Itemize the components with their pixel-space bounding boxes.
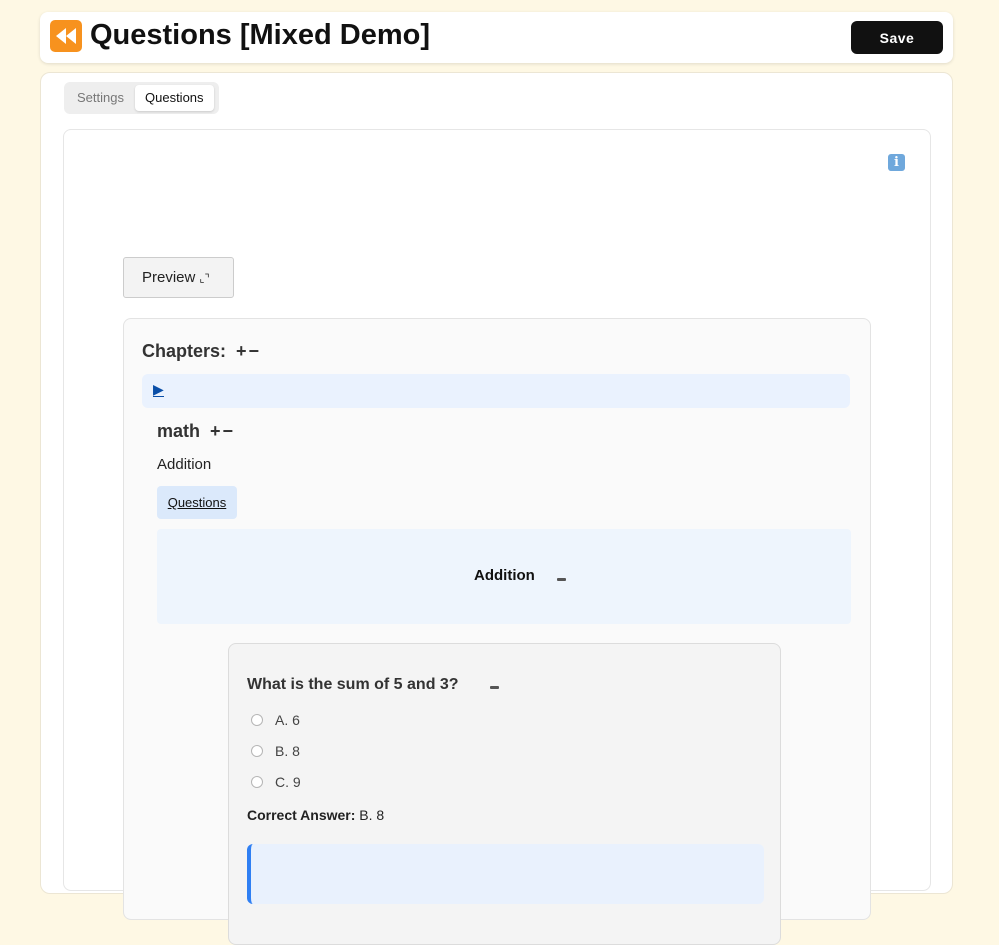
chapter-tree-row[interactable]: ▶: [142, 374, 850, 408]
question-text: What is the sum of 5 and 3?: [247, 676, 459, 693]
section-header: Addition: [157, 529, 851, 624]
option-a[interactable]: A. 6: [251, 712, 300, 728]
question-card: What is the sum of 5 and 3? A. 6 B. 8 C.…: [228, 643, 781, 945]
remove-question-button[interactable]: [490, 686, 499, 689]
preview-label: Preview: [142, 269, 196, 286]
option-label: C. 9: [275, 774, 301, 790]
option-b[interactable]: B. 8: [251, 743, 300, 759]
chapters-add-remove-buttons[interactable]: +−: [236, 341, 261, 362]
expand-triangle-icon[interactable]: ▶: [153, 382, 164, 397]
tab-bar: Settings Questions: [64, 82, 219, 114]
info-icon[interactable]: i: [888, 154, 905, 171]
questions-panel: i Preview ⌞⌝ Chapters: +− ▶ math +− Additio…: [63, 129, 931, 945]
tab-questions[interactable]: Questions: [135, 85, 214, 111]
explanation-box: [247, 844, 764, 904]
option-label: A. 6: [275, 712, 300, 728]
chapter-name: math: [157, 421, 201, 441]
page-header: Questions [Mixed Demo] Save: [40, 12, 953, 63]
option-label: B. 8: [275, 743, 300, 759]
save-button[interactable]: Save: [851, 21, 943, 54]
radio-option-c[interactable]: [251, 776, 263, 788]
option-c[interactable]: C. 9: [251, 774, 301, 790]
questions-link[interactable]: Questions: [157, 486, 237, 519]
chapter-add-remove-buttons[interactable]: +−: [210, 421, 235, 442]
correct-answer-label: Correct Answer:: [247, 807, 356, 823]
subchapter-label: Addition: [157, 456, 212, 473]
main-content: Settings Questions i Preview ⌞⌝ Chapters:…: [40, 72, 953, 945]
radio-option-a[interactable]: [251, 714, 263, 726]
remove-section-button[interactable]: [557, 578, 566, 581]
tab-settings[interactable]: Settings: [67, 85, 134, 111]
expand-icon: ⌞⌝: [199, 273, 210, 285]
preview-button[interactable]: Preview ⌞⌝: [123, 257, 234, 298]
chapters-heading: Chapters: +−: [142, 341, 261, 362]
chapters-label: Chapters:: [142, 341, 227, 361]
correct-answer-value: B. 8: [359, 807, 385, 823]
rewind-icon[interactable]: [50, 19, 82, 52]
correct-answer: Correct Answer: B. 8: [247, 807, 384, 823]
section-title: Addition: [474, 567, 535, 584]
radio-option-b[interactable]: [251, 745, 263, 757]
chapters-section: Chapters: +− ▶ math +− Addition Questions …: [123, 318, 871, 945]
chapter-heading: math +−: [157, 421, 235, 442]
page-title: Questions [Mixed Demo]: [50, 19, 430, 52]
page-title-text: Questions [Mixed Demo]: [90, 19, 430, 51]
